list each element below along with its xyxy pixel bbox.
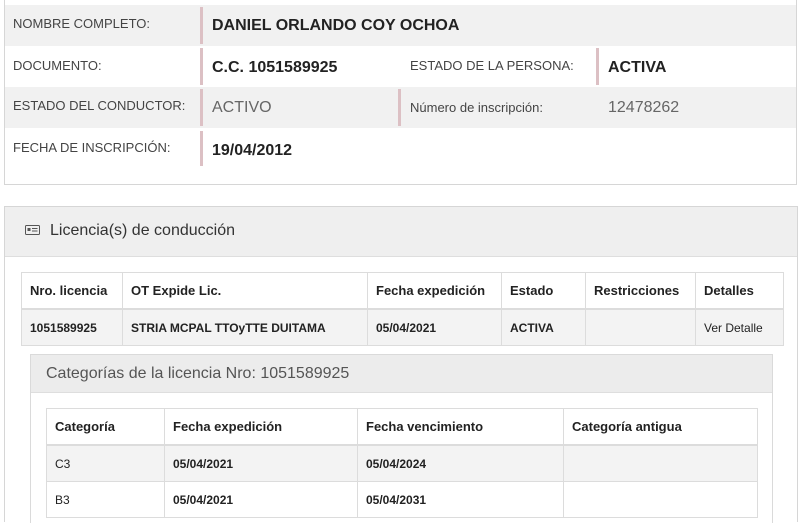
status-cell: ACTIVA [501,308,586,346]
license-number-cell: 1051589925 [21,308,123,346]
registration-date-label: FECHA DE INSCRIPCIÓN: [13,140,171,155]
document-label: DOCUMENTO: [13,58,102,73]
column-header: Fecha vencimiento [357,408,564,446]
issue-date-cell: 05/04/2021 [164,444,358,482]
column-header: OT Expide Lic. [122,272,368,310]
driver-status-label: ESTADO DEL CONDUCTOR: [13,98,186,113]
registration-date-value: 19/04/2012 [212,142,293,159]
registration-number-label: Número de inscripción: [410,100,543,115]
licenses-table: Nro. licencia OT Expide Lic. Fecha exped… [21,272,784,346]
issuer-cell: STRIA MCPAL TTOyTTE DUITAMA [122,308,368,346]
column-header: Categoría antigua [563,408,758,446]
value-separator [398,89,401,126]
old-category-cell [563,444,758,482]
id-card-icon [25,225,40,235]
person-status-label: ESTADO DE LA PERSONA: [410,58,574,73]
table-row: 1051589925 STRIA MCPAL TTOyTTE DUITAMA 0… [21,308,784,346]
full-name-value: DANIEL ORLANDO COY OCHOA [212,17,460,34]
licenses-table-header: Nro. licencia OT Expide Lic. Fecha exped… [21,272,784,310]
value-separator [200,48,203,85]
column-header: Detalles [695,272,784,310]
registration-date-row: FECHA DE INSCRIPCIÓN: 19/04/2012 [5,128,796,169]
expiry-date-cell: 05/04/2024 [357,444,564,482]
driver-status-row: ESTADO DEL CONDUCTOR: ACTIVO Número de i… [5,87,796,128]
driver-status-value: ACTIVO [212,99,272,116]
document-value: C.C. 1051589925 [212,59,338,76]
person-info-panel: NOMBRE COMPLETO: DANIEL ORLANDO COY OCHO… [4,0,797,185]
column-header: Estado [501,272,586,310]
categories-table-header: Categoría Fecha expedición Fecha vencimi… [46,408,758,446]
expiry-date-cell: 05/04/2031 [357,481,564,518]
value-separator [596,48,599,85]
issue-date-cell: 05/04/2021 [164,481,358,518]
document-row: DOCUMENTO: C.C. 1051589925 ESTADO DE LA … [5,46,796,87]
issue-date-cell: 05/04/2021 [367,308,502,346]
categories-panel: Categorías de la licencia Nro: 105158992… [30,354,773,523]
old-category-cell [563,481,758,518]
restrictions-cell [585,308,696,346]
table-row: B3 05/04/2021 05/04/2031 [46,481,758,518]
licenses-panel: Licencia(s) de conducción Nro. licencia … [4,206,798,523]
registration-number-value: 12478262 [608,99,680,116]
category-cell: C3 [46,444,165,482]
details-link[interactable]: Ver Detalle [695,308,784,346]
value-separator [200,89,203,126]
column-header: Fecha expedición [164,408,358,446]
person-status-value: ACTIVA [608,59,667,76]
categories-title: Categorías de la licencia Nro: 105158992… [46,365,350,382]
column-header: Restricciones [585,272,696,310]
categories-table: Categoría Fecha expedición Fecha vencimi… [46,408,758,518]
column-header: Nro. licencia [21,272,123,310]
category-cell: B3 [46,481,165,518]
value-separator [200,7,203,44]
value-separator [200,131,203,166]
column-header: Categoría [46,408,165,446]
table-row: C3 05/04/2021 05/04/2024 [46,444,758,482]
full-name-label: NOMBRE COMPLETO: [13,16,151,31]
categories-panel-header: Categorías de la licencia Nro: 105158992… [31,355,772,393]
licenses-title: Licencia(s) de conducción [50,222,235,239]
full-name-row: NOMBRE COMPLETO: DANIEL ORLANDO COY OCHO… [5,5,796,46]
column-header: Fecha expedición [367,272,502,310]
licenses-panel-header: Licencia(s) de conducción [5,207,797,257]
